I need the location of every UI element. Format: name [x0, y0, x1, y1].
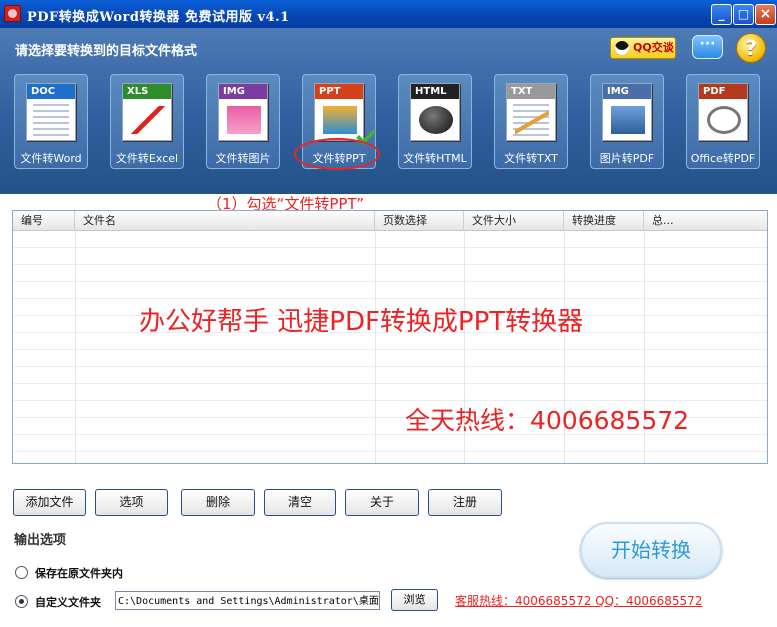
- format-tag: DOC: [27, 84, 75, 99]
- format-label: 文件转图片: [215, 152, 271, 165]
- highlight-circle: [294, 138, 380, 170]
- format-label: Office转PDF: [690, 152, 756, 165]
- format-image-to-pdf-button[interactable]: IMG 图片转PDF: [590, 74, 664, 169]
- picture-doc-icon: IMG: [602, 83, 652, 141]
- column-total[interactable]: 总...: [644, 211, 704, 231]
- delete-button[interactable]: 删除: [181, 489, 255, 516]
- output-path-input[interactable]: C:\Documents and Settings\Administrator\…: [115, 591, 380, 610]
- pdf-doc-icon: PDF: [698, 83, 748, 141]
- column-page-selection[interactable]: 页数选择: [375, 211, 464, 231]
- service-hotline-link[interactable]: 客服热线：4006685572 QQ：4006685572: [455, 592, 702, 609]
- column-number[interactable]: 编号: [13, 211, 75, 231]
- keep-original-radio[interactable]: [15, 566, 28, 579]
- format-prompt: 请选择要转换到的目标文件格式: [15, 44, 198, 59]
- format-label: 文件转TXT: [504, 152, 558, 165]
- column-file-name[interactable]: 文件名: [75, 211, 375, 231]
- column-progress[interactable]: 转换进度: [564, 211, 644, 231]
- format-word-button[interactable]: DOC 文件转Word: [14, 74, 88, 169]
- maximize-button[interactable]: □: [733, 4, 754, 25]
- close-button[interactable]: ×: [755, 4, 776, 25]
- format-label: 文件转HTML: [403, 152, 467, 165]
- format-txt-button[interactable]: TXT 文件转TXT: [494, 74, 568, 169]
- format-image-button[interactable]: IMG 文件转图片: [206, 74, 280, 169]
- format-tag: HTML: [411, 84, 459, 99]
- help-icon[interactable]: ?: [736, 33, 766, 63]
- output-options-title: 输出选项: [14, 533, 67, 548]
- format-html-button[interactable]: HTML 文件转HTML: [398, 74, 472, 169]
- keep-original-label[interactable]: 保存在原文件夹内: [35, 565, 123, 581]
- column-file-size[interactable]: 文件大小: [464, 211, 564, 231]
- format-excel-button[interactable]: XLS 文件转Excel: [110, 74, 184, 169]
- minimize-button[interactable]: _: [711, 4, 732, 25]
- format-toolbar: 请选择要转换到的目标文件格式 QQ交谈 ··· ? DOC 文件转Word XL…: [0, 28, 777, 194]
- app-icon: [4, 5, 21, 22]
- options-button[interactable]: 选项: [95, 489, 168, 516]
- start-conversion-button[interactable]: 开始转换: [580, 522, 722, 578]
- ppt-doc-icon: PPT: [314, 83, 376, 145]
- excel-doc-icon: XLS: [122, 83, 172, 141]
- register-button[interactable]: 注册: [428, 489, 502, 516]
- format-tag: XLS: [123, 84, 171, 99]
- format-tag: PDF: [699, 84, 747, 99]
- format-office-to-pdf-button[interactable]: PDF Office转PDF: [686, 74, 760, 169]
- about-button[interactable]: 关于: [345, 489, 419, 516]
- format-label: 文件转Excel: [115, 152, 179, 165]
- word-doc-icon: DOC: [26, 83, 76, 141]
- format-tag: TXT: [507, 84, 555, 99]
- custom-folder-radio[interactable]: [15, 595, 28, 608]
- html-doc-icon: HTML: [410, 83, 460, 141]
- add-file-button[interactable]: 添加文件: [13, 489, 86, 516]
- format-tag: IMG: [219, 84, 267, 99]
- image-doc-icon: IMG: [218, 83, 268, 141]
- browse-button[interactable]: 浏览: [391, 589, 438, 611]
- list-header: 编号 文件名 页数选择 文件大小 转换进度 总...: [13, 211, 767, 231]
- hotline-watermark: 全天热线：4006685572: [405, 406, 690, 435]
- file-list[interactable]: 编号 文件名 页数选择 文件大小 转换进度 总... 办公好帮手 迅捷PDF转换…: [12, 210, 768, 464]
- format-tag: PPT: [315, 84, 363, 99]
- chat-icon[interactable]: ···: [692, 35, 723, 59]
- window-title: PDF转换成Word转换器 免费试用版 v4.1: [27, 10, 290, 25]
- qq-chat-button[interactable]: QQ交谈: [610, 37, 676, 59]
- clear-button[interactable]: 清空: [264, 489, 336, 516]
- format-tag: IMG: [603, 84, 651, 99]
- promo-watermark: 办公好帮手 迅捷PDF转换成PPT转换器: [139, 307, 584, 337]
- format-label: 文件转Word: [20, 152, 82, 165]
- txt-doc-icon: TXT: [506, 83, 556, 141]
- custom-folder-label[interactable]: 自定义文件夹: [35, 594, 101, 610]
- format-label: 图片转PDF: [599, 152, 655, 165]
- title-bar: PDF转换成Word转换器 免费试用版 v4.1 _ □ ×: [0, 0, 777, 28]
